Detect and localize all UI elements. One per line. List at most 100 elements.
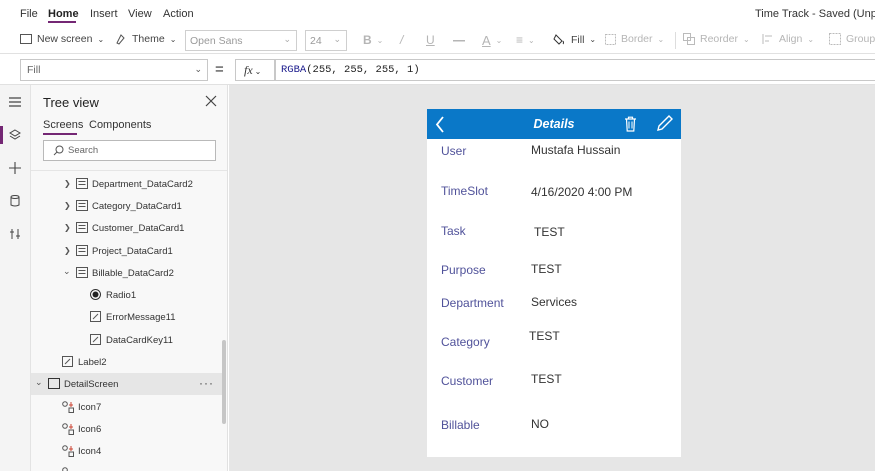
property-value: Fill <box>27 64 41 76</box>
chevron-down-icon[interactable]: ⌄ <box>63 266 71 277</box>
formula-function: RGBA <box>281 64 307 76</box>
bold-icon[interactable]: B ⌄ <box>363 33 383 47</box>
tree-node-icon7[interactable]: Icon7 <box>31 396 221 418</box>
tree-node-label: ErrorMessage11 <box>106 312 176 323</box>
field-label-task: Task <box>441 224 466 238</box>
reorder-icon <box>683 33 695 45</box>
border-button[interactable]: Border ⌄ <box>605 33 664 45</box>
tree-search-input[interactable]: Search <box>43 140 216 161</box>
tree-scrollbar[interactable] <box>222 340 226 424</box>
edit-pencil-icon[interactable] <box>656 115 673 132</box>
fill-button[interactable]: Fill ⌄ <box>553 33 596 46</box>
close-icon[interactable] <box>204 94 218 108</box>
fx-button[interactable]: fx ⌄ <box>235 59 275 81</box>
tree-node-customer-datacard1[interactable]: ❯ Customer_DataCard1 <box>31 217 221 239</box>
tree-node-icon4[interactable]: Icon4 <box>31 440 221 462</box>
radio-icon <box>90 289 101 300</box>
menu-action[interactable]: Action <box>163 8 194 20</box>
property-select[interactable]: Fill ⌄ <box>20 59 208 81</box>
text-align-icon[interactable]: ≡ ⌄ <box>516 33 535 47</box>
chevron-down-icon: ⌄ <box>589 35 597 44</box>
underline-icon[interactable]: U <box>426 33 435 47</box>
tree-node-label: Icon7 <box>78 402 102 413</box>
tree-node-radio1[interactable]: Radio1 <box>31 284 221 306</box>
chevron-right-icon[interactable]: ❯ <box>64 246 71 255</box>
hamburger-menu-icon[interactable] <box>7 94 23 110</box>
tree-node-project-datacard1[interactable]: ❯ Project_DataCard1 <box>31 240 221 262</box>
detail-screen-preview[interactable]: Details User Mustafa Hussain TimeSlot 4/… <box>427 109 681 457</box>
theme-label: Theme <box>132 33 165 45</box>
screen-icon <box>48 378 60 389</box>
menu-file[interactable]: File <box>20 8 38 20</box>
formula-input[interactable]: RGBA(255, 255, 255, 1) <box>275 59 875 81</box>
tree-node-billable-datacard2[interactable]: ⌄ Billable_DataCard2 <box>31 262 221 284</box>
field-value-task: TEST <box>534 225 565 239</box>
advanced-tools-icon[interactable] <box>7 226 23 242</box>
shapes-icon <box>62 423 74 435</box>
align-button[interactable]: Align ⌄ <box>762 33 814 45</box>
tree-node-datacardkey11[interactable]: DataCardKey11 <box>31 329 221 351</box>
tree-node-label: Department_DataCard2 <box>92 179 193 190</box>
tree-node-partial <box>31 462 221 471</box>
datacard-icon <box>76 267 88 278</box>
new-screen-button[interactable]: New screen ⌄ <box>20 33 104 45</box>
menu-home[interactable]: Home <box>48 8 79 20</box>
chevron-right-icon[interactable]: ❯ <box>64 201 71 210</box>
database-icon[interactable] <box>7 193 23 209</box>
chevron-down-icon: ⌄ <box>283 34 291 44</box>
field-label-user: User <box>441 144 467 158</box>
chevron-right-icon[interactable]: ❯ <box>64 179 71 188</box>
font-size-value: 24 <box>310 35 322 47</box>
tree-node-errormessage11[interactable]: ErrorMessage11 <box>31 306 221 328</box>
tree-node-icon6[interactable]: Icon6 <box>31 418 221 440</box>
chevron-down-icon: ⌄ <box>742 34 750 44</box>
plus-icon[interactable] <box>7 160 23 176</box>
theme-button[interactable]: Theme ⌄ <box>115 33 176 45</box>
tree-node-department-datacard2[interactable]: ❯ Department_DataCard2 <box>31 173 221 195</box>
field-value-billable: NO <box>531 417 549 431</box>
datacard-icon <box>76 245 88 256</box>
trash-icon[interactable] <box>624 116 637 132</box>
tree-node-label2[interactable]: Label2 <box>31 351 221 373</box>
tree-node-label: DetailScreen <box>64 379 119 390</box>
layers-icon[interactable] <box>7 127 23 143</box>
tree-view-panel: Tree view Screens Components Search ❯ De… <box>31 85 228 471</box>
chevron-down-icon[interactable]: ⌄ <box>35 377 43 388</box>
formula-arguments: (255, 255, 255, 1) <box>306 64 420 76</box>
chevron-right-icon[interactable]: ❯ <box>64 223 71 232</box>
strikethrough-icon[interactable]: — <box>453 33 465 47</box>
fx-icon: fx <box>244 63 253 77</box>
equals-sign: = <box>215 61 224 78</box>
menu-insert[interactable]: Insert <box>90 8 118 20</box>
tree-divider <box>31 170 227 171</box>
ribbon-separator <box>675 32 676 49</box>
group-icon <box>829 33 841 45</box>
tree-node-label: Billable_DataCard2 <box>92 268 174 279</box>
label-edit-icon <box>90 311 101 322</box>
tab-screens[interactable]: Screens <box>43 119 83 131</box>
tree-node-label: Radio1 <box>106 290 137 301</box>
more-options-icon[interactable]: ··· <box>199 376 214 390</box>
italic-icon[interactable]: / <box>400 33 403 47</box>
border-label: Border <box>621 33 653 45</box>
field-value-customer: TEST <box>531 372 562 386</box>
tree-node-category-datacard1[interactable]: ❯ Category_DataCard1 <box>31 195 221 217</box>
tree-node-detailscreen[interactable]: ⌄ DetailScreen ··· <box>31 373 222 395</box>
align-label: Align <box>779 33 803 45</box>
align-icon <box>762 34 772 44</box>
reorder-label: Reorder <box>700 33 738 45</box>
font-family-select[interactable]: Open Sans ⌄ <box>185 30 297 51</box>
tab-components[interactable]: Components <box>89 119 151 131</box>
tree-node-label: Icon4 <box>78 446 102 457</box>
app-header-title: Details <box>533 117 575 131</box>
group-button[interactable]: Group <box>829 33 875 45</box>
font-size-select[interactable]: 24 ⌄ <box>305 30 347 51</box>
tree-node-label: Project_DataCard1 <box>92 246 173 257</box>
datacard-icon <box>76 200 88 211</box>
reorder-button[interactable]: Reorder ⌄ <box>683 33 750 45</box>
design-canvas: Details User Mustafa Hussain TimeSlot 4/… <box>229 85 875 471</box>
chevron-down-icon: ⌄ <box>807 34 815 44</box>
field-label-billable: Billable <box>441 418 480 432</box>
font-color-icon[interactable]: A ⌄ <box>482 33 502 48</box>
menu-view[interactable]: View <box>128 8 152 20</box>
